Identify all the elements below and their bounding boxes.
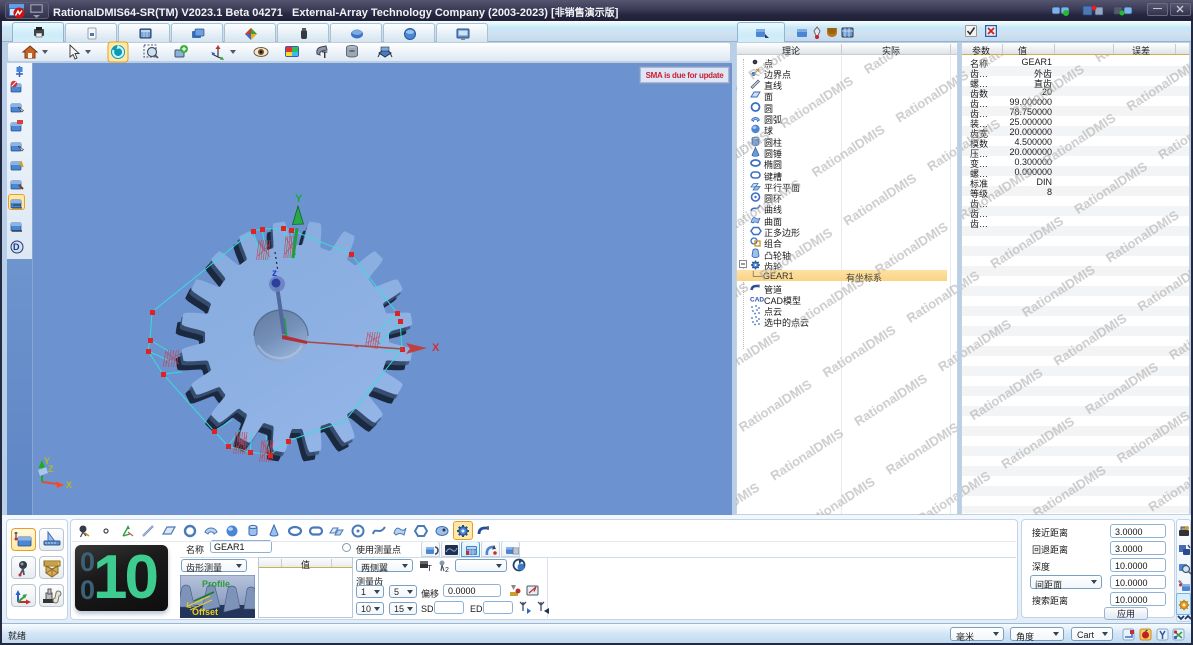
svg-text:X: X xyxy=(66,480,72,490)
svg-text:2: 2 xyxy=(445,567,449,573)
svg-text:T: T xyxy=(322,50,328,60)
svg-text:z: z xyxy=(272,268,277,279)
svg-text:Offset: Offset xyxy=(192,607,218,617)
svg-text:D: D xyxy=(13,242,20,252)
svg-text:X: X xyxy=(432,342,440,354)
svg-text:T: T xyxy=(427,564,432,573)
svg-text:Profile: Profile xyxy=(202,579,230,589)
svg-text:Y: Y xyxy=(295,193,303,205)
svg-text:Z: Z xyxy=(48,464,54,474)
